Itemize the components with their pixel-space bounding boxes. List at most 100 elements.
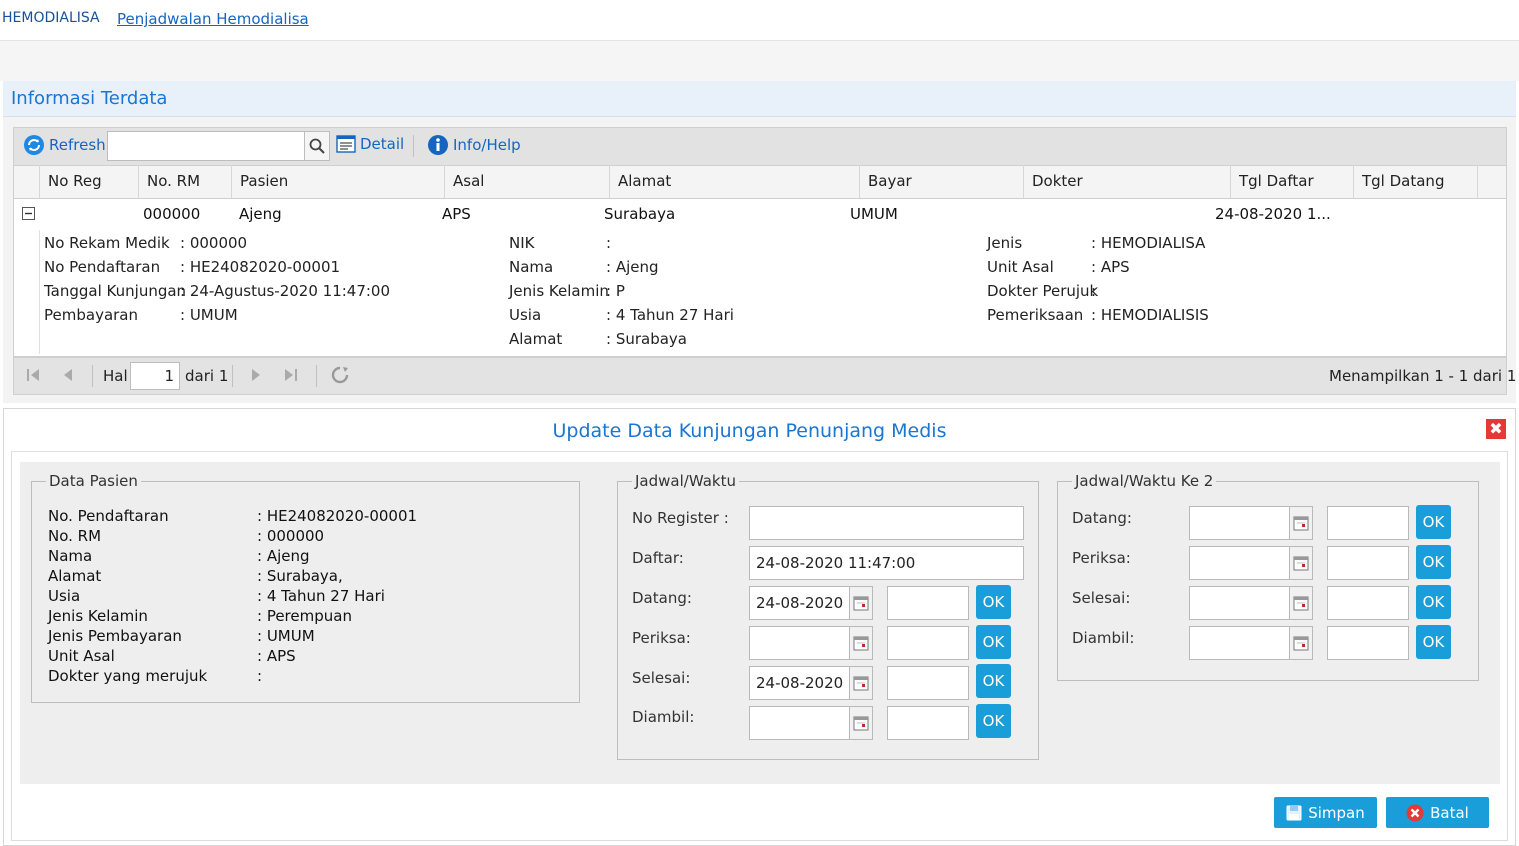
last-page-icon[interactable] (283, 366, 299, 388)
patient-label: Dokter yang merujuk (48, 667, 208, 685)
selesai-2-label: Selesai: (1072, 589, 1131, 607)
detail-value: : P (606, 282, 625, 300)
cell-asal[interactable]: APS (442, 205, 471, 223)
periksa-2-calendar-button[interactable] (1289, 546, 1313, 580)
search-button[interactable] (304, 131, 330, 161)
cell-bayar[interactable]: UMUM (850, 205, 898, 223)
cell-alamat[interactable]: Surabaya (604, 205, 675, 223)
save-label: Simpan (1308, 803, 1365, 822)
periksa-calendar-button[interactable] (849, 626, 873, 660)
column-header-no-reg[interactable]: No Reg (40, 165, 139, 199)
patient-label: Unit Asal (48, 647, 115, 665)
detail-label: No Pendaftaran (44, 258, 161, 276)
daftar-input[interactable]: 24-08-2020 11:47:00 (749, 546, 1024, 580)
info-icon (428, 135, 448, 155)
spacer (0, 41, 1519, 81)
periksa-2-date-input[interactable] (1189, 546, 1290, 580)
patient-label: Alamat (48, 567, 102, 585)
periksa-date-input[interactable] (749, 626, 850, 660)
calendar-icon (853, 716, 869, 731)
patient-value: : Surabaya, (257, 567, 343, 585)
cell-tgl-daftar[interactable]: 24-08-2020 1... (1215, 205, 1331, 223)
dialog-title: Update Data Kunjungan Penunjang Medis (552, 420, 947, 442)
schedule-legend: Jadwal/Waktu (635, 472, 736, 490)
breadcrumb-root[interactable]: HEMODIALISA (2, 10, 100, 26)
datang-calendar-button[interactable] (849, 586, 873, 620)
datang-ok-button[interactable]: OK (976, 585, 1011, 619)
panel-title: Informasi Terdata (11, 88, 168, 109)
diambil-2-calendar-button[interactable] (1289, 626, 1313, 660)
selesai-2-ok-button[interactable]: OK (1416, 585, 1451, 619)
datang-time-input[interactable] (887, 586, 969, 620)
patient-label: Usia (48, 587, 81, 605)
selesai-label: Selesai: (632, 669, 691, 687)
collapse-row-toggle[interactable] (22, 207, 35, 220)
selesai-date-input[interactable]: 24-08-2020 (749, 666, 850, 700)
patient-value: : Perempuan (257, 607, 352, 625)
reload-icon[interactable] (331, 366, 349, 388)
selesai-2-date-input[interactable] (1189, 586, 1290, 620)
datang-date-input[interactable]: 24-08-2020 (749, 586, 850, 620)
datang-2-date-input[interactable] (1189, 506, 1290, 540)
schedule-2-legend: Jadwal/Waktu Ke 2 (1075, 472, 1214, 490)
selesai-ok-button[interactable]: OK (976, 664, 1011, 698)
column-header-no-rm[interactable]: No. RM (139, 165, 232, 199)
save-icon (1286, 805, 1302, 820)
column-header-asal[interactable]: Asal (445, 165, 610, 199)
diambil-calendar-button[interactable] (849, 706, 873, 740)
calendar-icon (1293, 636, 1309, 651)
diambil-2-time-input[interactable] (1327, 626, 1409, 660)
datang-2-ok-button[interactable]: OK (1416, 505, 1451, 539)
no-register-input[interactable] (749, 506, 1024, 540)
column-header-dokter[interactable]: Dokter (1024, 165, 1231, 199)
pager-separator (92, 365, 93, 387)
column-header-pasien[interactable]: Pasien (232, 165, 445, 199)
detail-value: : 4 Tahun 27 Hari (606, 306, 734, 324)
patient-label: Jenis Kelamin (48, 607, 148, 625)
patient-data-legend: Data Pasien (49, 472, 138, 490)
periksa-2-time-input[interactable] (1327, 546, 1409, 580)
selesai-2-calendar-button[interactable] (1289, 586, 1313, 620)
column-header-alamat[interactable]: Alamat (610, 165, 860, 199)
breadcrumb-current[interactable]: Penjadwalan Hemodialisa (117, 10, 309, 28)
refresh-label: Refresh (49, 136, 106, 154)
patient-value: : HE24082020-00001 (257, 507, 418, 525)
next-page-icon[interactable] (249, 366, 263, 388)
column-header-bayar[interactable]: Bayar (860, 165, 1024, 199)
first-page-icon[interactable] (25, 366, 41, 388)
cell-pasien[interactable]: Ajeng (239, 205, 282, 223)
detail-label: Unit Asal (987, 258, 1054, 276)
periksa-time-input[interactable] (887, 626, 969, 660)
diambil-2-ok-button[interactable]: OK (1416, 625, 1451, 659)
save-button[interactable]: Simpan (1274, 797, 1377, 828)
refresh-button[interactable]: Refresh (23, 134, 106, 156)
cancel-button[interactable]: Batal (1386, 797, 1489, 828)
selesai-time-input[interactable] (887, 666, 969, 700)
info-help-button[interactable]: Info/Help (427, 134, 521, 156)
detail-value: : HE24082020-00001 (180, 258, 341, 276)
search-input[interactable] (107, 131, 305, 161)
column-header-tgl-datang[interactable]: Tgl Datang (1354, 165, 1478, 199)
detail-label: Tanggal Kunjungan (44, 282, 187, 300)
cell-no-rm[interactable]: 000000 (143, 205, 200, 223)
page-number-input[interactable]: 1 (130, 362, 180, 390)
pager-separator (232, 365, 233, 387)
prev-page-icon[interactable] (61, 366, 75, 388)
column-header-tgl-daftar[interactable]: Tgl Daftar (1231, 165, 1354, 199)
diambil-2-date-input[interactable] (1189, 626, 1290, 660)
datang-2-time-input[interactable] (1327, 506, 1409, 540)
detail-value: : HEMODIALISA (1091, 234, 1206, 252)
diambil-time-input[interactable] (887, 706, 969, 740)
periksa-2-ok-button[interactable]: OK (1416, 545, 1451, 579)
pager-separator (316, 365, 317, 387)
close-icon[interactable]: ✖ (1486, 419, 1506, 439)
detail-divider (39, 230, 40, 354)
selesai-calendar-button[interactable] (849, 666, 873, 700)
diambil-ok-button[interactable]: OK (976, 704, 1011, 738)
periksa-ok-button[interactable]: OK (976, 625, 1011, 659)
diambil-date-input[interactable] (749, 706, 850, 740)
detail-button[interactable]: Detail (336, 135, 404, 153)
datang-2-calendar-button[interactable] (1289, 506, 1313, 540)
selesai-2-time-input[interactable] (1327, 586, 1409, 620)
patient-label: No. RM (48, 527, 102, 545)
